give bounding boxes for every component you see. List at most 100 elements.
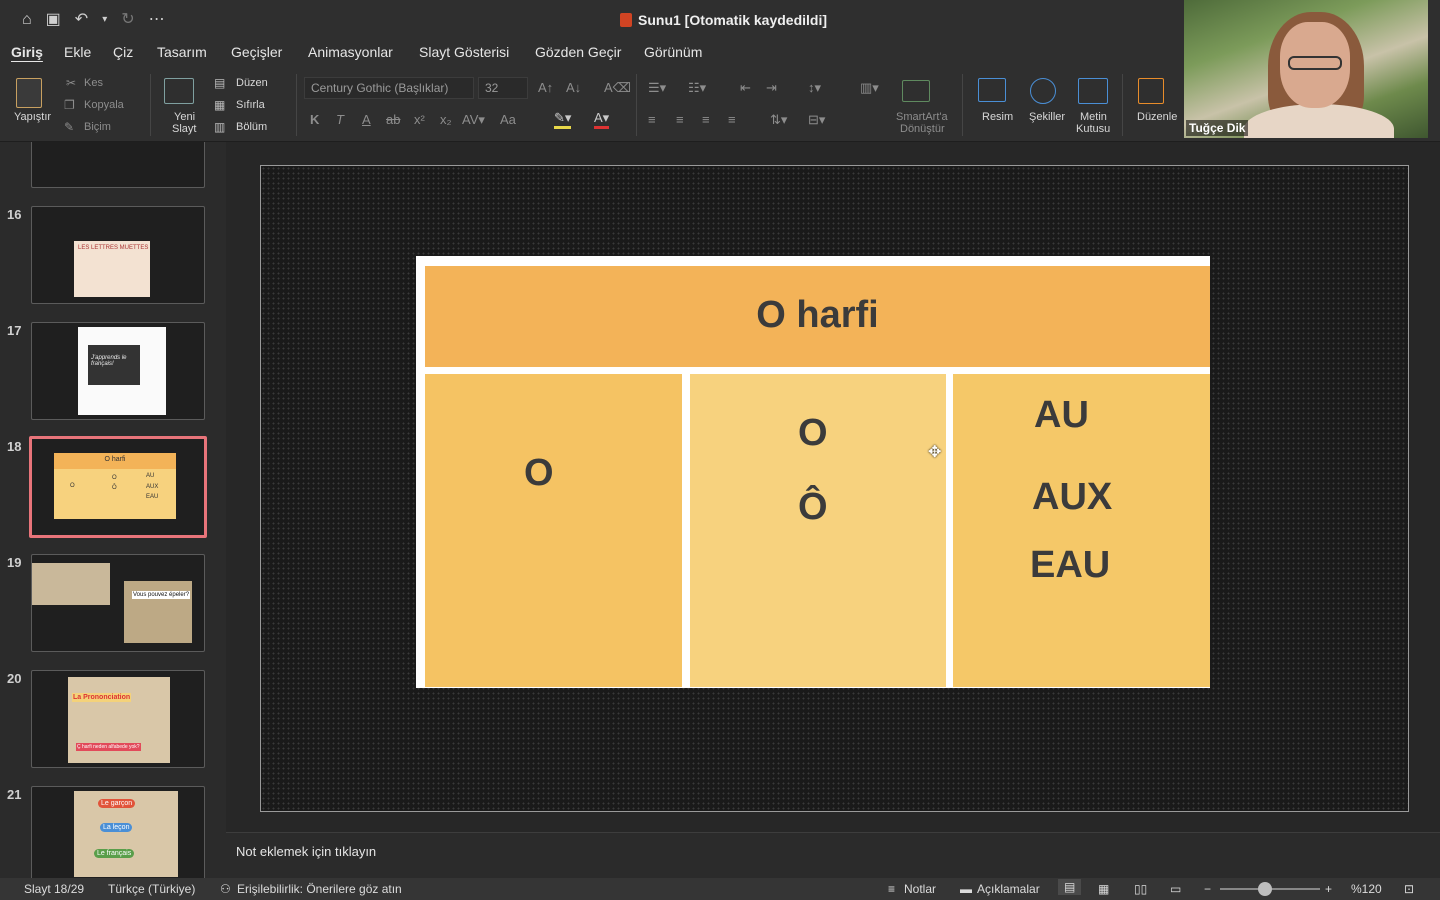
cell-text: Ô [798, 486, 828, 528]
slide-counter: Slayt 18/29 [24, 882, 85, 896]
section-button[interactable]: Bölüm [236, 121, 267, 133]
redo-icon[interactable]: ↻ [121, 10, 134, 30]
tab-gecisler[interactable]: Geçişler [231, 44, 282, 60]
zoom-slider-knob[interactable] [1258, 882, 1272, 896]
comments-button[interactable]: Açıklamalar [977, 882, 1040, 896]
slide-sorter-icon[interactable]: ▦ [1098, 882, 1109, 896]
language-indicator[interactable]: Türkçe (Türkiye) [108, 882, 195, 896]
tab-gozden-gecir[interactable]: Gözden Geçir [535, 44, 621, 60]
thumb-image [32, 563, 110, 605]
tab-gorunum[interactable]: Görünüm [644, 44, 702, 60]
comments-icon: ▬ [960, 882, 972, 896]
reading-view-icon[interactable]: ▯▯ [1134, 882, 1147, 896]
table-column-1[interactable] [425, 374, 682, 687]
tab-giris[interactable]: Giriş [11, 44, 43, 60]
slide-thumbnail-16[interactable]: LES LETTRES MUETTES [31, 206, 205, 304]
ribbon-separator [150, 74, 151, 136]
change-case-button[interactable]: Aa [500, 112, 516, 127]
tab-ciz[interactable]: Çiz [113, 44, 133, 60]
zoom-in-icon[interactable]: + [1325, 882, 1332, 896]
columns-icon[interactable]: ▥▾ [860, 80, 879, 96]
participant-shoulder [1244, 104, 1394, 138]
save-icon[interactable]: ▣ [46, 10, 61, 30]
font-size-dropdown[interactable]: 32 [478, 77, 528, 99]
slide-number: 18 [7, 439, 22, 454]
notes-pane[interactable]: Not eklemek için tıklayın [226, 832, 1440, 878]
thumb-image: Le garçon La leçon Le français [74, 791, 178, 877]
strikethrough-button[interactable]: ab [386, 112, 400, 127]
line-spacing-icon[interactable]: ↕▾ [808, 80, 821, 96]
more-icon[interactable]: ⋯ [149, 10, 165, 30]
thumb-image: La Prononciation Ç harfi neden alfabede … [68, 677, 170, 763]
highlight-icon[interactable]: ✎▾ [554, 110, 572, 129]
slide-number: 21 [7, 787, 22, 802]
webcam-video: Tuğçe Dik [1184, 0, 1428, 138]
copy-button[interactable]: Kopyala [84, 99, 124, 111]
decrease-font-icon[interactable]: A↓ [566, 80, 581, 95]
cell-text: AU [1034, 394, 1089, 436]
copy-icon: ❐ [64, 98, 75, 112]
slide-thumbnail-20[interactable]: La Prononciation Ç harfi neden alfabede … [31, 670, 205, 768]
move-cursor-icon: ✥ [928, 444, 942, 461]
thumb-image: Vous pouvez épeler? [124, 581, 192, 643]
tab-slayt-gosterisi[interactable]: Slayt Gösterisi [419, 44, 509, 60]
notes-button[interactable]: Notlar [904, 882, 936, 896]
slide-thumbnail-17[interactable]: J'apprends le français! [31, 322, 205, 420]
underline-button[interactable]: A [362, 112, 371, 127]
italic-button[interactable]: T [336, 112, 344, 127]
superscript-icon[interactable]: x² [414, 112, 425, 127]
increase-indent-icon[interactable]: ⇥ [766, 80, 777, 96]
table-header-cell[interactable]: O harfi [425, 266, 1210, 367]
align-right-icon[interactable]: ≡ [702, 112, 710, 127]
thumb-header: O harfi [54, 453, 176, 469]
tab-animasyonlar[interactable]: Animasyonlar [308, 44, 393, 60]
home-icon[interactable]: ⌂ [22, 10, 32, 30]
new-slide-icon [164, 78, 194, 104]
subscript-icon[interactable]: x₂ [440, 112, 452, 127]
slide-thumbnail-19[interactable]: Vous pouvez épeler? [31, 554, 205, 652]
bold-button[interactable]: K [310, 112, 319, 127]
picture-icon [978, 78, 1006, 102]
slide-thumbnail-18[interactable]: O harfi O O Ô AU AUX EAU [29, 436, 207, 538]
align-left-icon[interactable]: ≡ [648, 112, 656, 127]
accessibility-status[interactable]: Erişilebilirlik: Önerilere göz atın [237, 882, 402, 896]
zoom-level[interactable]: %120 [1351, 882, 1382, 896]
tab-ekle[interactable]: Ekle [64, 44, 91, 60]
thumb-table: O harfi O O Ô AU AUX EAU [54, 453, 176, 519]
normal-view-icon[interactable]: ▤ [1058, 879, 1082, 895]
format-painter-button[interactable]: Biçim [84, 121, 111, 133]
ribbon-separator [636, 74, 637, 136]
slideshow-icon[interactable]: ▭ [1170, 882, 1181, 896]
font-color-icon[interactable]: A▾ [594, 110, 610, 129]
increase-font-icon[interactable]: A↑ [538, 80, 553, 95]
undo-icon[interactable]: ↶ [75, 10, 88, 30]
zoom-out-icon[interactable]: − [1204, 882, 1211, 896]
notes-icon: ≡ [888, 882, 896, 896]
cut-button[interactable]: Kes [84, 77, 103, 89]
font-name-dropdown[interactable]: Century Gothic (Başlıklar) [304, 77, 474, 99]
char-spacing-icon[interactable]: AV▾ [462, 112, 485, 128]
slide-thumbnails-panel[interactable]: 16 LES LETTRES MUETTES 17 J'apprends le … [0, 142, 226, 878]
decrease-indent-icon[interactable]: ⇤ [740, 80, 751, 96]
cell-text: AUX [1032, 476, 1113, 518]
bullets-icon[interactable]: ☰▾ [648, 80, 666, 96]
fit-to-window-icon[interactable]: ⊡ [1404, 882, 1414, 896]
slide-thumbnail-21[interactable]: Le garçon La leçon Le français [31, 786, 205, 878]
clipboard-icon [16, 78, 42, 108]
slide-number: 16 [7, 207, 22, 222]
accessibility-icon: ⚇ [220, 882, 231, 896]
numbering-icon[interactable]: ☷▾ [688, 80, 706, 96]
slide-thumbnail-15[interactable] [31, 142, 205, 188]
align-center-icon[interactable]: ≡ [676, 112, 684, 127]
clear-format-icon[interactable]: A⌫ [604, 80, 631, 96]
align-text-icon[interactable]: ⊟▾ [808, 112, 825, 128]
reset-button[interactable]: Sıfırla [236, 99, 265, 111]
tab-tasarim[interactable]: Tasarım [157, 44, 207, 60]
text-direction-icon[interactable]: ⇅▾ [770, 112, 787, 128]
chevron-down-icon[interactable]: ▾ [102, 10, 107, 30]
quick-access-toolbar: ⌂ ▣ ↶ ▾ ↻ ⋯ [22, 10, 165, 30]
reset-icon: ▦ [214, 98, 226, 112]
layout-button[interactable]: Düzen [236, 77, 268, 89]
participant-glasses [1288, 56, 1342, 70]
justify-icon[interactable]: ≡ [728, 112, 736, 127]
